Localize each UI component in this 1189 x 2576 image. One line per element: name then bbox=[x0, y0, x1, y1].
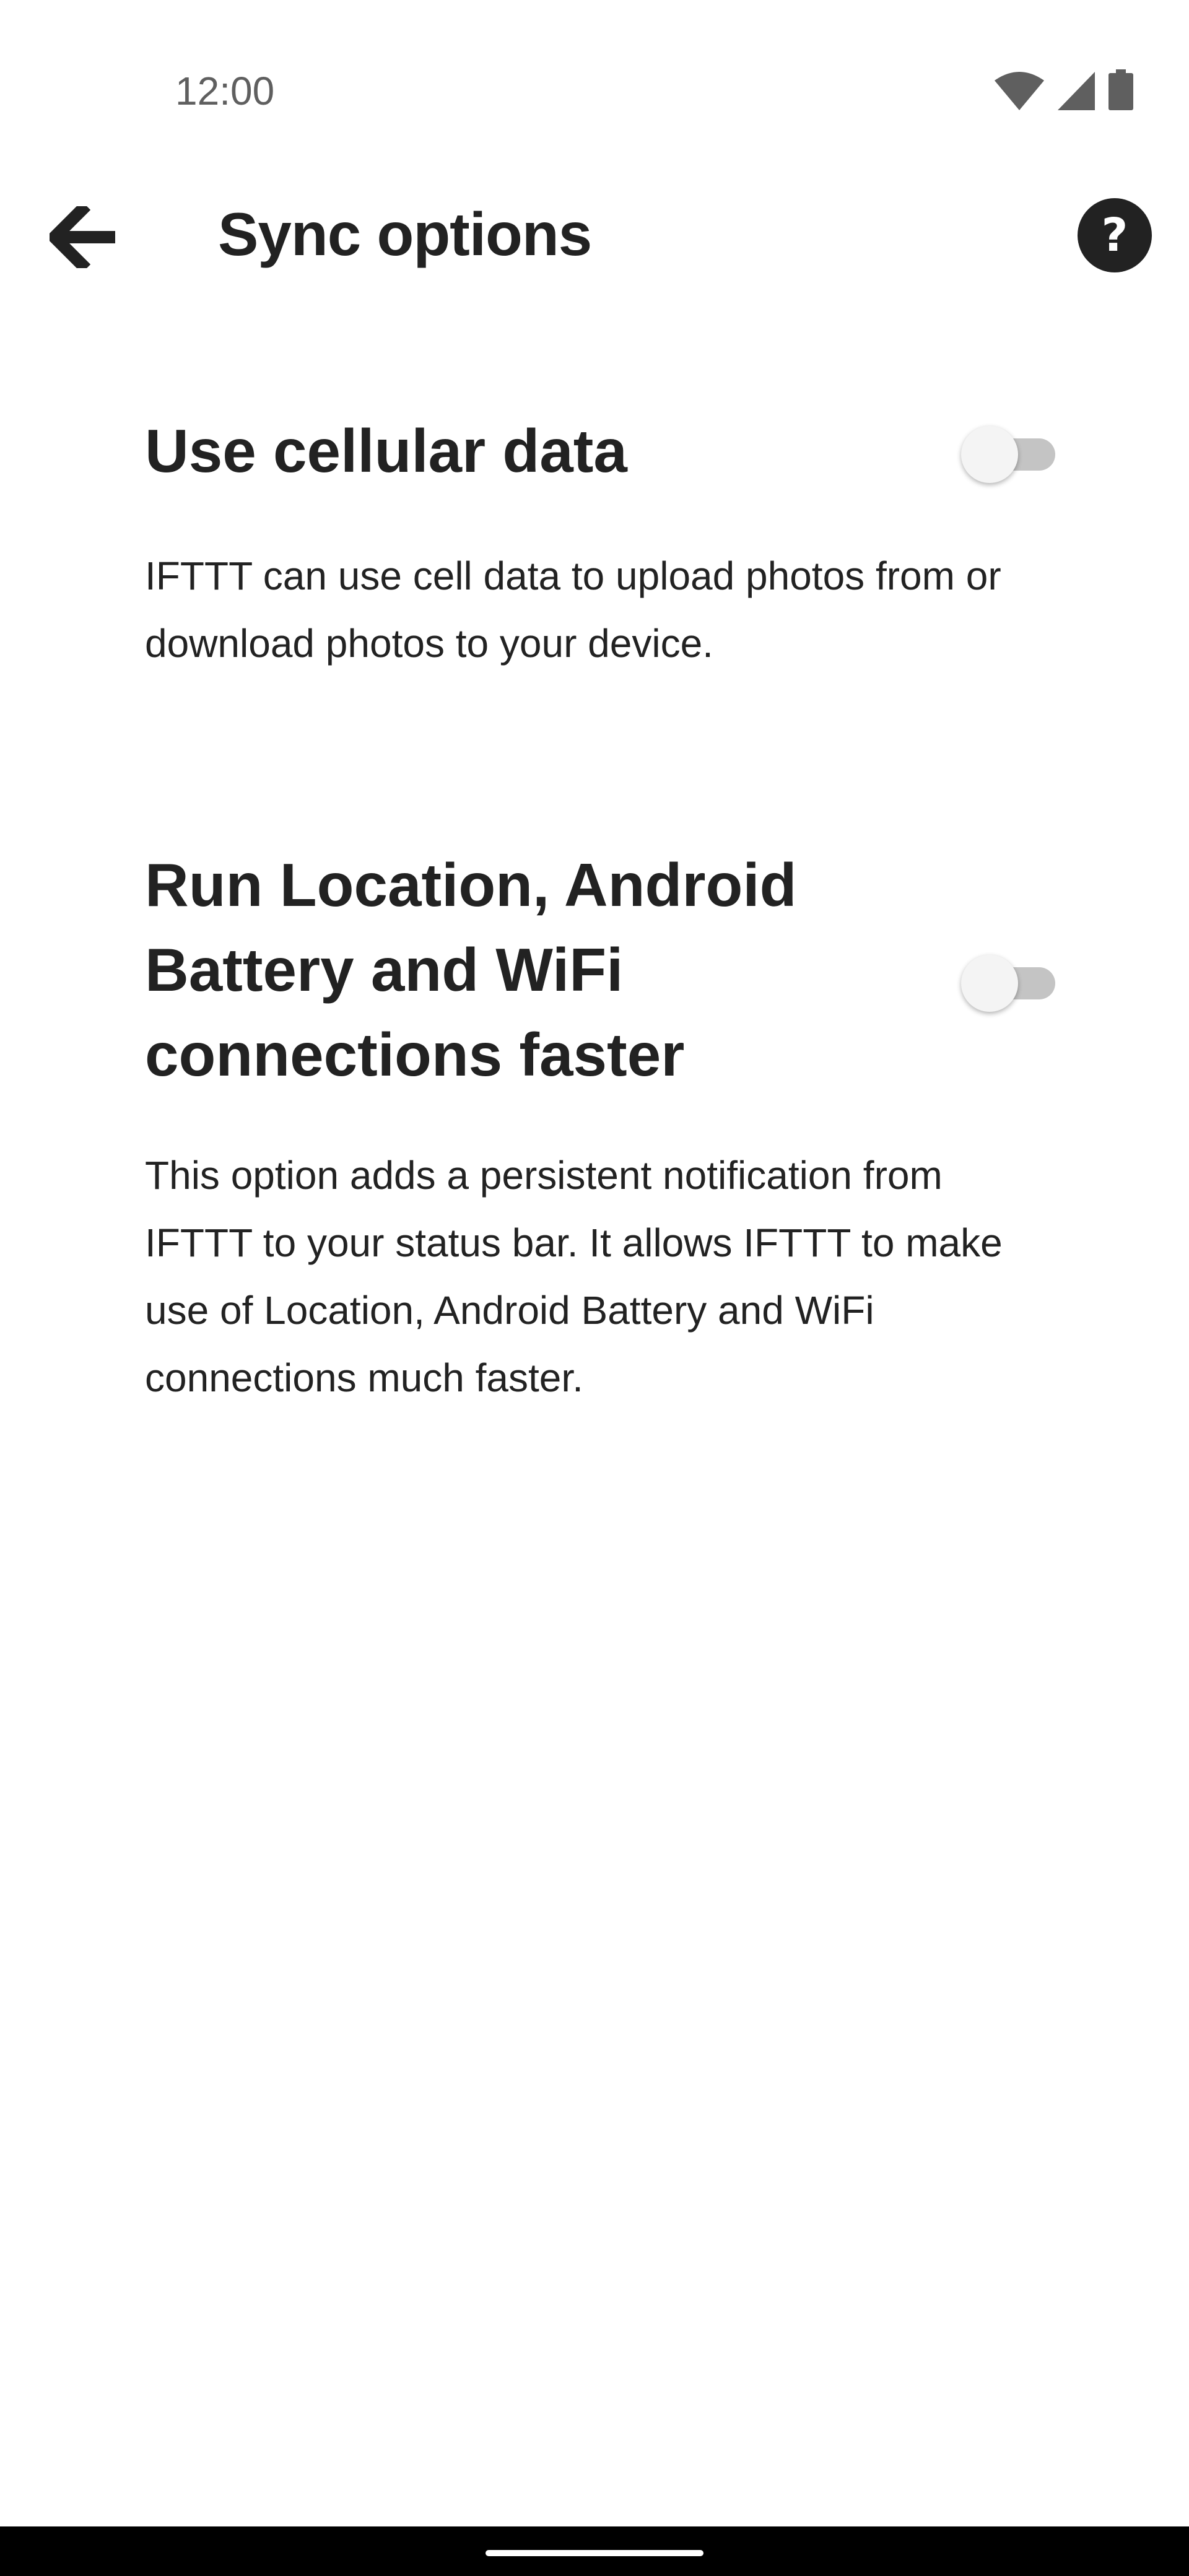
setting-title: Run Location, Android Battery and WiFi c… bbox=[145, 851, 797, 1089]
battery-icon bbox=[1108, 69, 1133, 110]
navigation-bar bbox=[0, 2526, 1189, 2576]
cellular-signal-icon bbox=[1058, 72, 1095, 110]
setting-description: This option adds a persistent notificati… bbox=[145, 1153, 1003, 1400]
cellular-data-toggle[interactable] bbox=[961, 421, 1060, 483]
status-time: 12:00 bbox=[175, 69, 275, 113]
wifi-icon bbox=[995, 72, 1044, 110]
status-icons bbox=[995, 67, 1133, 110]
setting-cellular-data: Use cellular data IFTTT can use cell dat… bbox=[145, 409, 1049, 677]
toggle-thumb bbox=[961, 955, 1018, 1012]
run-faster-toggle[interactable] bbox=[961, 950, 1060, 1012]
setting-title: Use cellular data bbox=[145, 417, 627, 485]
app-bar: Sync options ? bbox=[0, 186, 1189, 285]
page-title: Sync options bbox=[218, 200, 592, 268]
setting-run-faster: Run Location, Android Battery and WiFi c… bbox=[145, 843, 1049, 1412]
status-bar: 12:00 bbox=[0, 0, 1189, 186]
toggle-thumb bbox=[961, 426, 1018, 483]
home-gesture-handle[interactable] bbox=[486, 2550, 703, 2556]
help-button[interactable]: ? bbox=[1078, 198, 1152, 272]
back-button[interactable] bbox=[37, 192, 130, 285]
setting-description: IFTTT can use cell data to upload photos… bbox=[145, 554, 1001, 666]
arrow-back-icon bbox=[45, 201, 118, 273]
help-icon: ? bbox=[1101, 209, 1128, 262]
